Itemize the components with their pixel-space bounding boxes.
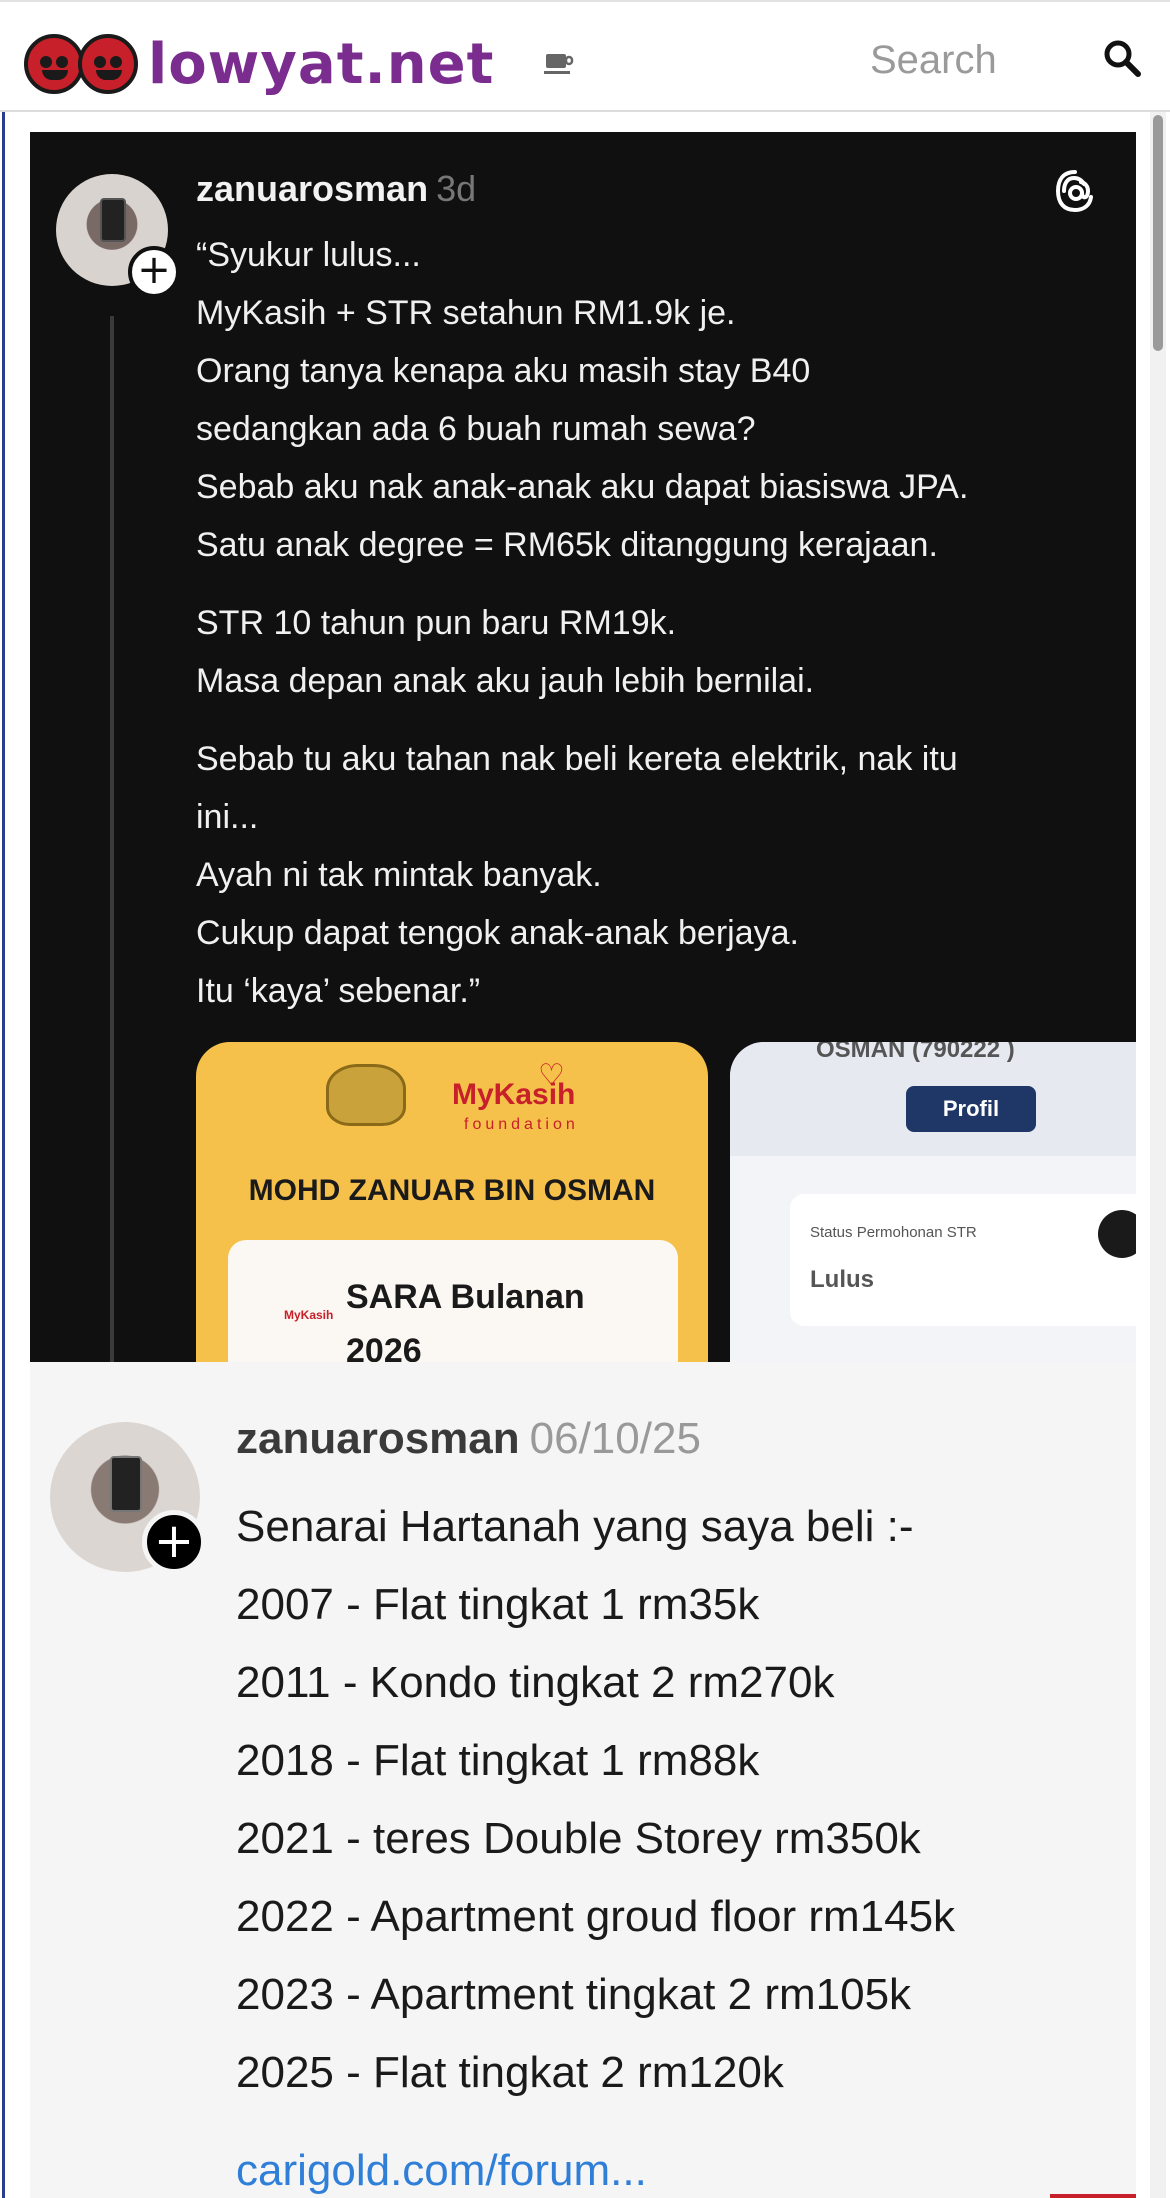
follow-plus-icon: + [128, 246, 180, 298]
post-line: 2021 - teres Double Storey rm350k [236, 1814, 921, 1863]
post-line: STR 10 tahun pun baru RM19k. [196, 604, 677, 642]
post-line: Orang tanya kenapa aku masih stay B40 [196, 352, 811, 390]
embedded-threads-screenshot-2: + zanuarosman 06/10/25 Senarai Hartanah y… [30, 1362, 1136, 2198]
post-body: “Syukur lulus... MyKasih + STR setahun R… [196, 226, 1116, 1020]
mykasih-small-logo: MyKasih [284, 1308, 334, 1322]
post-line: sedangkan ada 6 buah rumah sewa? [196, 410, 756, 448]
post-line: 2022 - Apartment groud floor rm145k [236, 1892, 956, 1941]
post-line: 2025 - Flat tingkat 2 rm120k [236, 2048, 784, 2097]
logo-text: lowyat.net [148, 31, 495, 97]
post-line: Sebab aku nak anak-anak aku dapat biasis… [196, 468, 969, 506]
status-value: Lulus [810, 1266, 874, 1293]
thread-line [110, 316, 114, 1362]
str-applicant-name: OSMAN (790222 ) [816, 1042, 1015, 1063]
card-holder-name: MOHD ZANUAR BIN OSMAN [248, 1174, 656, 1207]
post-line: ini... [196, 798, 259, 836]
site-logo[interactable]: lowyat.net [24, 22, 494, 106]
post-line: Senarai Hartanah yang saya beli :- [236, 1502, 914, 1551]
post-line: MyKasih + STR setahun RM1.9k je. [196, 294, 736, 332]
str-status-card-image: OSMAN (790222 ) Profil Status Permohonan… [730, 1042, 1136, 1362]
post-line: 2011 - Kondo tingkat 2 rm270k [236, 1658, 835, 1707]
scrollbar-track[interactable] [1150, 112, 1166, 2198]
scrollbar-thumb[interactable] [1153, 115, 1163, 351]
post-line: Satu anak degree = RM65k ditanggung kera… [196, 526, 938, 564]
sara-title: SARA Bulanan 2026 [346, 1278, 585, 1362]
coffee-cup-icon[interactable] [544, 50, 574, 76]
post-line: 2023 - Apartment tingkat 2 rm105k [236, 1970, 912, 2019]
post-timestamp: 3d [436, 168, 477, 209]
post-author: zanuarosman 3d [196, 168, 476, 210]
username: zanuarosman [196, 168, 429, 209]
malaysia-crest-icon [326, 1064, 406, 1126]
post-line: Itu ‘kaya’ sebenar.” [196, 972, 481, 1010]
red-accent-bar [1050, 2194, 1136, 2198]
mykasih-card-image: ♡ MyKasih foundation MOHD ZANUAR BIN OSM… [196, 1042, 708, 1362]
sara-panel: MyKasih SARA Bulanan 2026 [228, 1240, 678, 1362]
post-line: 2007 - Flat tingkat 1 rm35k [236, 1580, 760, 1629]
post-author: zanuarosman 06/10/25 [236, 1414, 701, 1464]
search-input[interactable] [870, 32, 1070, 88]
username: zanuarosman [236, 1414, 520, 1463]
profil-button: Profil [906, 1086, 1036, 1132]
threads-logo-icon [1055, 170, 1093, 213]
status-label: Status Permohonan STR [810, 1224, 977, 1241]
post-line: Masa depan anak aku jauh lebih bernilai. [196, 662, 815, 700]
mykasih-logo: MyKasih [452, 1078, 576, 1111]
logo-mascot-icon [24, 34, 138, 94]
post-line: 2018 - Flat tingkat 1 rm88k [236, 1736, 760, 1785]
str-status-panel: Status Permohonan STR Lulus [790, 1194, 1136, 1326]
source-link[interactable]: carigold.com/forum... [236, 2146, 647, 2196]
post-line: Cukup dapat tengok anak-anak berjaya. [196, 914, 799, 952]
search-icon[interactable] [1102, 38, 1142, 78]
follow-plus-icon: + [142, 1510, 206, 1574]
post-body: Senarai Hartanah yang saya beli :- 2007 … [236, 1488, 1136, 2112]
site-header: lowyat.net [0, 0, 1170, 112]
mykasih-logo-sub: foundation [464, 1116, 579, 1133]
post-line: Ayah ni tak mintak banyak. [196, 856, 602, 894]
post-timestamp: 06/10/25 [529, 1414, 701, 1463]
post-line: Sebab tu aku tahan nak beli kereta elekt… [196, 740, 958, 778]
post-line: “Syukur lulus... [196, 236, 421, 274]
str-header: OSMAN (790222 ) Profil [730, 1042, 1136, 1156]
embedded-threads-screenshot: + zanuarosman 3d “Syukur lulus... MyKasih… [30, 132, 1136, 1362]
